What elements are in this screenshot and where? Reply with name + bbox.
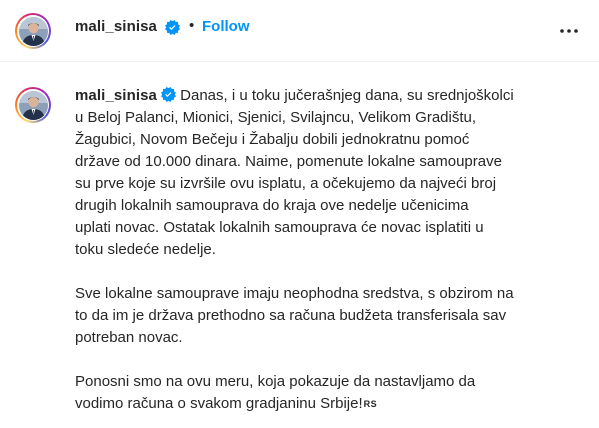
caption-line: u Beloj Palanci, Mionici, Sjenici, Svila…	[75, 109, 477, 126]
caption-line: vodimo računa o svakom gradjaninu Srbije…	[75, 393, 581, 415]
caption-line: Ponosni smo na ovu meru, koja pokazuje d…	[75, 373, 476, 390]
avatar[interactable]	[15, 13, 51, 49]
caption-paragraph-2: Sve lokalne samouprave imaju neophodna s…	[75, 283, 581, 349]
caption-line: drugih lokalnih samouprava do kraja ove …	[75, 197, 469, 214]
caption-line: države od 10.000 dinara. Naime, pomenute…	[75, 153, 502, 170]
profile-photo	[18, 90, 48, 120]
verified-badge-icon	[165, 20, 180, 35]
caption-text: mali_sinisa Danas, i u toku jučerašnjeg …	[75, 85, 581, 415]
caption-avatar[interactable]	[15, 87, 51, 123]
header-username[interactable]: mali_sinisa	[75, 18, 157, 35]
serbia-flag-badge: RS	[363, 399, 378, 409]
caption-username[interactable]: mali_sinisa	[75, 87, 157, 104]
post-header: mali_sinisa • Follow	[0, 0, 599, 62]
caption-line: su prve koje su izvršile ovu isplatu, a …	[75, 175, 497, 192]
caption-line: toku sledeće nedelje.	[75, 241, 216, 258]
caption-paragraph-3: Ponosni smo na ovu meru, koja pokazuje d…	[75, 371, 581, 415]
caption-line: uplati novac. Ostatak lokalnih samouprav…	[75, 219, 484, 236]
caption-line: to da im je država prethodno sa računa b…	[75, 307, 507, 324]
caption-line-text: vodimo računa o svakom gradjaninu Srbije…	[75, 395, 363, 412]
more-options-icon[interactable]	[558, 22, 580, 40]
caption-line: potreban novac.	[75, 329, 183, 346]
caption-block: mali_sinisa Danas, i u toku jučerašnjeg …	[0, 62, 599, 428]
cropped-text-line	[75, 421, 235, 428]
caption-line: Sve lokalne samouprave imaju neophodna s…	[75, 285, 514, 302]
caption-line-text: Danas, i u toku jučerašnjeg dana, su sre…	[180, 87, 514, 104]
instagram-post-panel: mali_sinisa • Follow mali_sinisa Danas, …	[0, 0, 599, 428]
profile-photo	[18, 16, 48, 46]
verified-badge-icon	[160, 87, 176, 102]
separator-dot: •	[189, 17, 195, 34]
follow-button[interactable]: Follow	[202, 18, 250, 35]
caption-line: mali_sinisa Danas, i u toku jučerašnjeg …	[75, 85, 581, 107]
caption-paragraph-1: mali_sinisa Danas, i u toku jučerašnjeg …	[75, 85, 581, 261]
caption-line: Žagubici, Novom Bečeju i Žabalju dobili …	[75, 131, 470, 148]
